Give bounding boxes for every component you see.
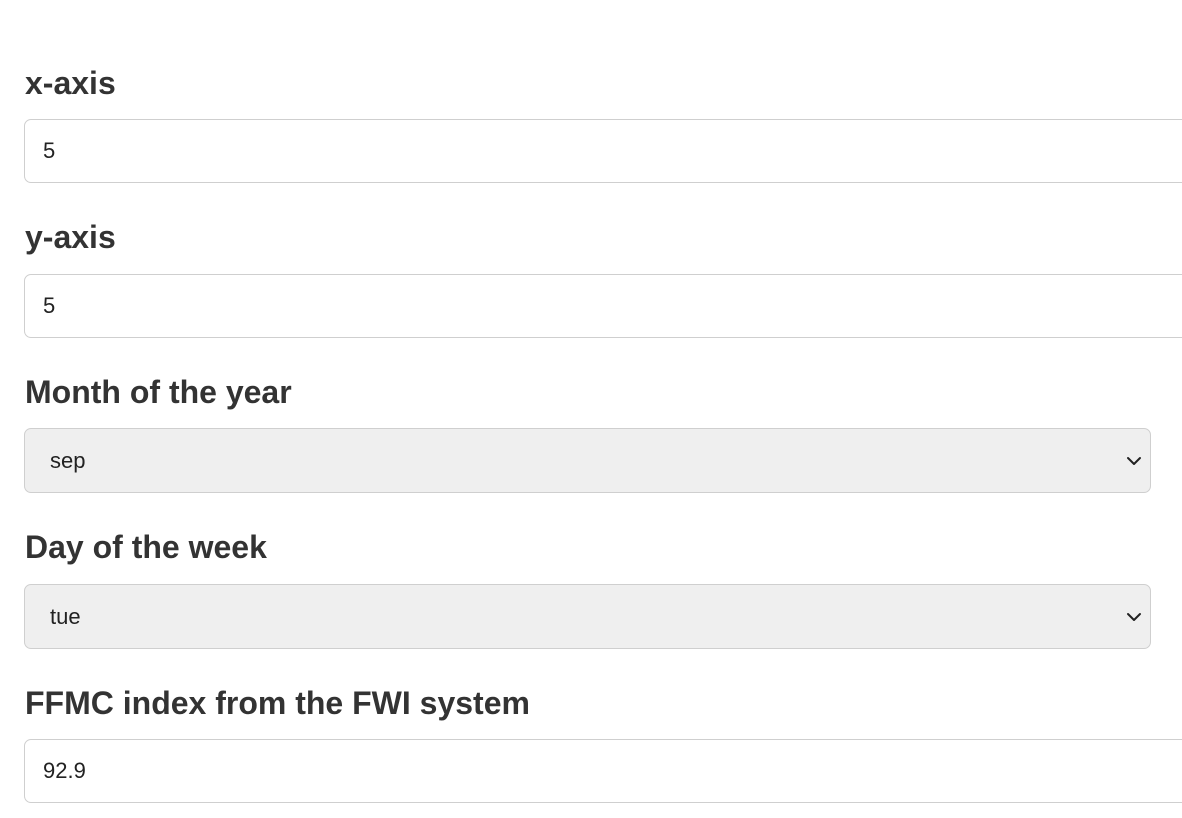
x-axis-label: x-axis xyxy=(25,65,116,101)
day-select[interactable]: tue xyxy=(24,584,1151,649)
ffmc-label: FFMC index from the FWI system xyxy=(25,685,530,721)
y-axis-label: y-axis xyxy=(25,219,116,255)
month-select[interactable]: sep xyxy=(24,428,1151,493)
chevron-down-icon xyxy=(1127,612,1141,621)
x-axis-input[interactable] xyxy=(24,119,1182,183)
month-label: Month of the year xyxy=(25,374,292,410)
ffmc-input[interactable] xyxy=(24,739,1182,803)
month-selected-value: sep xyxy=(50,447,86,473)
day-selected-value: tue xyxy=(50,603,81,629)
y-axis-input[interactable] xyxy=(24,274,1182,338)
prediction-form: x-axis y-axis Month of the year sep Day … xyxy=(0,0,1182,818)
day-label: Day of the week xyxy=(25,529,267,565)
chevron-down-icon xyxy=(1127,456,1141,465)
